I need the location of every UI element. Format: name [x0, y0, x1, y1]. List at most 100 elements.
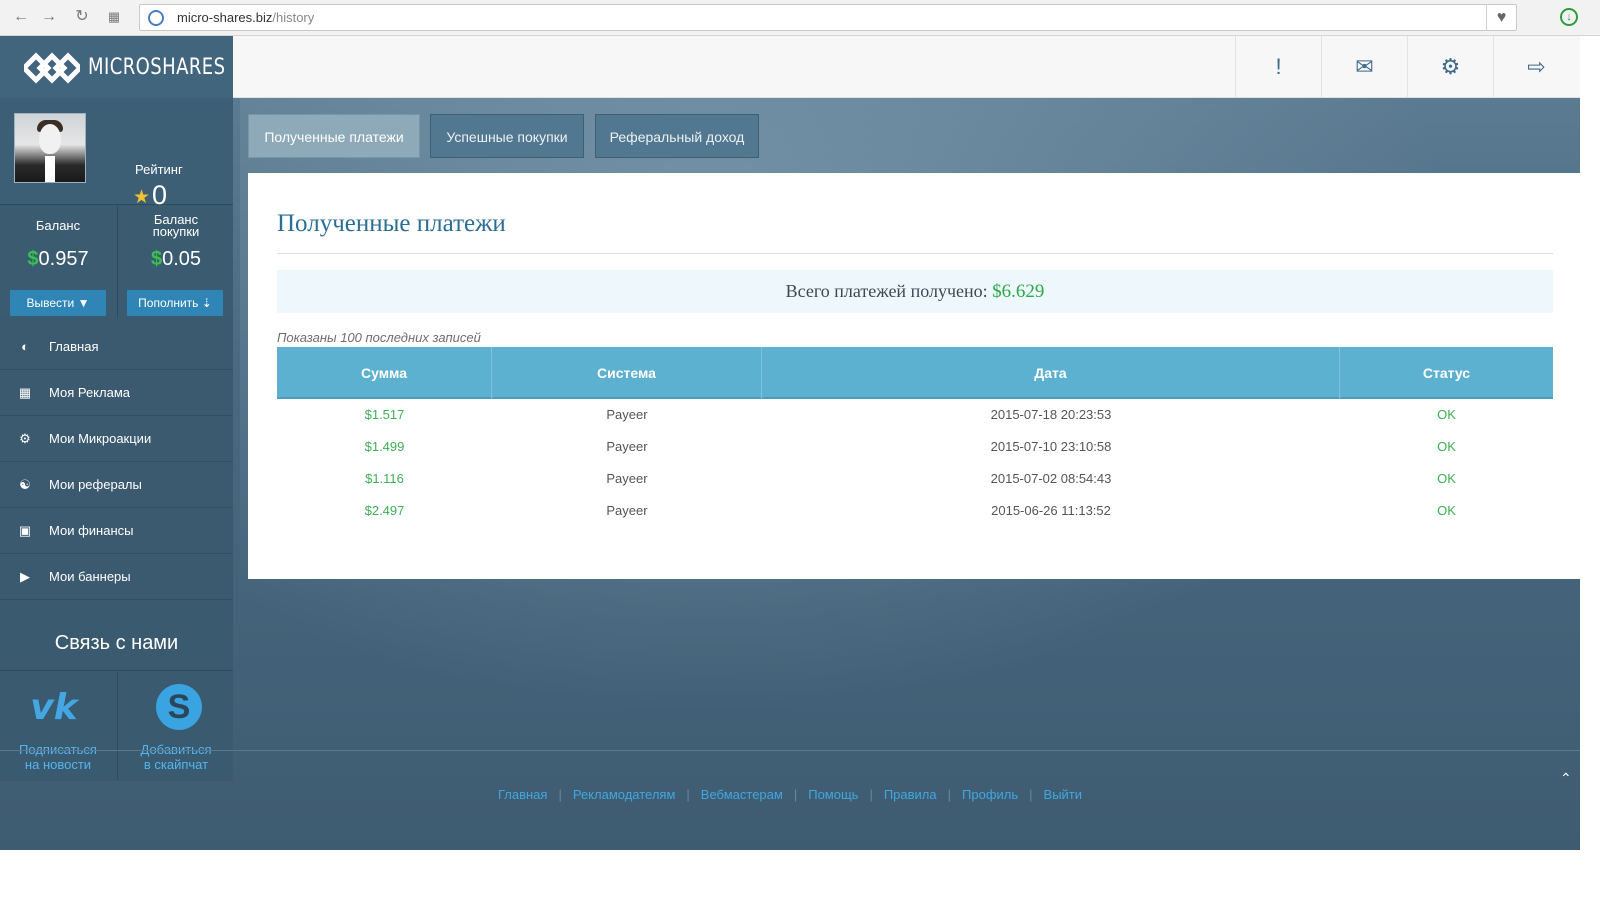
footer-links: Главная | Рекламодателям | Вебмастерам | Помощ…: [0, 787, 1580, 802]
cell-amount: $1.116: [365, 471, 404, 486]
withdraw-label: Вывести: [26, 296, 75, 310]
bookmark-heart-icon[interactable]: ♥: [1486, 5, 1516, 30]
footer-link-help[interactable]: Помощь: [797, 787, 869, 802]
total-payments-label: Всего платежей получено:: [785, 281, 988, 301]
footer-link-rules[interactable]: Правила: [873, 787, 948, 802]
tab-label: Полученные платежи: [264, 129, 404, 145]
column-header-amount[interactable]: Сумма: [277, 347, 492, 399]
rating-label: Рейтинг: [135, 162, 183, 177]
withdraw-button[interactable]: Вывести ▼: [10, 290, 106, 316]
purchase-balance-amount: 0.05: [162, 248, 202, 270]
settings-gear-icon[interactable]: ⚙: [1407, 36, 1493, 98]
avatar[interactable]: [14, 113, 86, 183]
sidebar-item-my-referrals[interactable]: ☯ Мои рефералы: [0, 462, 233, 508]
total-payments-box: Всего платежей получено: $6.629: [277, 270, 1553, 313]
cell-amount: $2.497: [364, 503, 405, 518]
footer-link-logout[interactable]: Выйти: [1033, 787, 1094, 802]
cell-date: 2015-06-26 11:13:52: [991, 503, 1111, 518]
column-header-status[interactable]: Статус: [1340, 347, 1553, 399]
sidebar-item-label: Главная: [49, 339, 99, 354]
sidebar-item-label: Мои рефералы: [49, 477, 142, 492]
withdraw-icon: ▼: [77, 296, 90, 310]
purchase-balance-value: $0.05: [118, 248, 234, 271]
table-row: $1.517 Payeer 2015-07-18 20:23:53 OK: [277, 399, 1553, 431]
scroll-to-top-icon[interactable]: ⌃: [1560, 770, 1572, 787]
address-bar[interactable]: micro-shares.biz/history ♥: [139, 4, 1517, 31]
table-row: $1.499 Payeer 2015-07-10 23:10:58 OK: [277, 431, 1553, 463]
column-header-date[interactable]: Дата: [762, 347, 1340, 399]
payments-table: Сумма Система Дата Статус $1.517 Payeer …: [277, 347, 1553, 527]
cell-status: OK: [1437, 503, 1456, 518]
logo[interactable]: MICROSHARES: [0, 36, 233, 98]
page-title: Полученные платежи: [277, 210, 506, 237]
cell-date: 2015-07-18 20:23:53: [990, 407, 1112, 422]
main-balance: Баланс $0.957 Вывести ▼: [0, 206, 116, 318]
table-row: $1.116 Payeer 2015-07-02 08:54:43 OK: [277, 463, 1553, 495]
currency-sign: $: [27, 248, 39, 270]
apps-grid-icon[interactable]: ▦: [103, 6, 125, 28]
mail-icon[interactable]: ✉: [1321, 36, 1407, 98]
currency-sign: $: [150, 248, 163, 270]
cubes-icon: ⚙: [19, 431, 31, 446]
avatar-shirt: [45, 156, 55, 182]
sidebar-item-label: Мои финансы: [49, 523, 134, 538]
title-divider: [277, 253, 1553, 254]
main-balance-label: Баланс: [35, 218, 81, 233]
download-extension-icon[interactable]: ↓: [1560, 8, 1578, 26]
sidebar-item-my-finances[interactable]: ▣ Мои финансы: [0, 508, 233, 554]
footer-link-profile[interactable]: Профиль: [951, 787, 1029, 802]
logo-icon: [24, 52, 80, 84]
site-info-icon[interactable]: [148, 10, 164, 26]
column-header-system[interactable]: Система: [492, 347, 762, 399]
cell-date: 2015-07-10 23:10:58: [990, 439, 1112, 454]
sidebar-item-my-microshares[interactable]: ⚙ Мои Микроакции: [0, 416, 233, 462]
notifications-icon[interactable]: !: [1235, 36, 1321, 98]
logout-icon[interactable]: ⇨: [1493, 36, 1579, 98]
records-note: Показаны 100 последних записей: [277, 330, 481, 345]
tab-successful-purchases[interactable]: Успешные покупки: [430, 114, 584, 158]
download-icon: ⇣: [201, 296, 212, 310]
tab-received-payments[interactable]: Полученные платежи: [248, 114, 420, 158]
cell-amount: $1.499: [364, 439, 405, 454]
forward-icon[interactable]: →: [38, 6, 60, 28]
content-panel: Полученные платежи Всего платежей получе…: [248, 173, 1580, 579]
table-row: $2.497 Payeer 2015-06-26 11:13:52 OK: [277, 495, 1553, 527]
tab-referral-income[interactable]: Реферальный доход: [595, 114, 759, 158]
profile-card: [0, 98, 233, 205]
cell-amount: $1.517: [364, 407, 405, 422]
users-icon: ☯: [19, 477, 31, 492]
tab-label: Реферальный доход: [609, 129, 745, 145]
contact-title: Связь с нами: [0, 615, 233, 671]
footer: Главная | Рекламодателям | Вебмастерам | Помощ…: [0, 750, 1580, 850]
topup-button[interactable]: Пополнить ⇣: [127, 290, 223, 316]
cell-system: Payeer: [606, 439, 648, 454]
sidebar-item-home[interactable]: ◐ Главная: [0, 324, 233, 370]
cell-status: OK: [1437, 471, 1456, 486]
table-header: Сумма Система Дата Статус: [277, 347, 1553, 399]
cell-system: Payeer: [606, 407, 648, 422]
cell-status: OK: [1437, 407, 1456, 422]
page: MICROSHARES 1 Рейтинг ★ 0 Баланс $0.957 …: [0, 36, 1580, 850]
money-icon: ▣: [18, 523, 32, 538]
calendar-icon: ▦: [18, 385, 32, 400]
cell-status: OK: [1437, 439, 1456, 454]
footer-link-webmasters[interactable]: Вебмастерам: [690, 787, 794, 802]
brand-name: MICROSHARES: [88, 55, 226, 80]
purchase-balance-label-line2: покупки: [152, 224, 200, 239]
main-balance-value: $0.957: [0, 248, 116, 271]
bullhorn-icon: ▶: [20, 569, 30, 584]
footer-link-advertisers[interactable]: Рекламодателям: [562, 787, 687, 802]
url-text[interactable]: micro-shares.biz/history: [177, 10, 314, 25]
tab-label: Успешные покупки: [446, 129, 568, 145]
purchase-balance: Баланс покупки $0.05 Пополнить ⇣: [117, 206, 233, 318]
sidebar-item-my-ads[interactable]: ▦ Моя Реклама: [0, 370, 233, 416]
footer-link-home[interactable]: Главная: [487, 787, 558, 802]
back-icon[interactable]: ←: [10, 6, 32, 28]
cell-date: 2015-07-02 08:54:43: [990, 471, 1112, 486]
sidebar-item-my-banners[interactable]: ▶ Мои баннеры: [0, 554, 233, 600]
cell-system: Payeer: [606, 471, 648, 486]
dashboard-icon: ◐: [21, 339, 29, 354]
vk-icon: vk: [30, 687, 78, 728]
reload-icon[interactable]: ↻: [71, 6, 93, 28]
balances: Баланс $0.957 Вывести ▼ Баланс покупки $…: [0, 206, 233, 318]
